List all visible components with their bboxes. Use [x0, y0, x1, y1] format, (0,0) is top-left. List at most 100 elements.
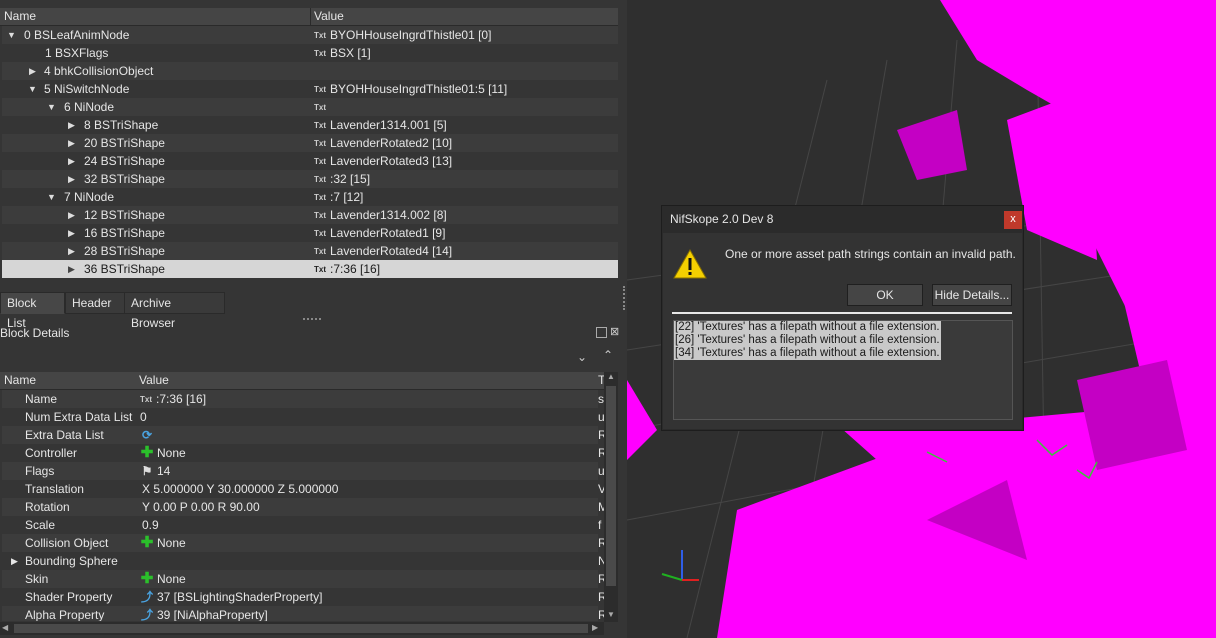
details-value-column[interactable]: Value [139, 372, 169, 389]
text-icon: Txt [314, 121, 326, 130]
expand-icon[interactable]: ▶ [68, 134, 78, 152]
expand-icon[interactable]: ▶ [68, 152, 78, 170]
expand-icon[interactable]: ▶ [68, 260, 78, 278]
expand-icon[interactable]: ▶ [29, 62, 39, 80]
warning-icon [673, 248, 707, 279]
tree-row[interactable]: ▼ 7 NiNode Txt:7 [12] [2, 188, 618, 206]
dialog-separator [672, 312, 1012, 314]
expand-icon[interactable]: ▶ [68, 242, 78, 260]
property-row[interactable]: Extra Data List ⟳ R [2, 426, 604, 444]
block-list-header: Name Value [0, 8, 618, 26]
text-icon: Txt [314, 85, 326, 94]
tree-row[interactable]: ▶ 16 BSTriShape Txt LavenderRotated1 [9] [2, 224, 618, 242]
text-icon: Txt [314, 103, 326, 112]
tree-row[interactable]: ▼ 6 NiNode Txt [2, 98, 618, 116]
collapse-all-icon[interactable]: ⌄ [577, 350, 587, 364]
detail-line: [26] 'Textures' has a filepath without a… [674, 334, 941, 347]
property-row[interactable]: Name Txt:7:36 [16] s [2, 390, 604, 408]
collapse-icon[interactable]: ▼ [47, 98, 57, 116]
scroll-up-icon[interactable]: ▲ [607, 372, 615, 381]
link-icon[interactable]: ⤴ [140, 606, 154, 621]
details-horizontal-scrollbar[interactable]: ◀ ▶ [0, 622, 604, 635]
scroll-thumb[interactable] [606, 386, 616, 586]
value-column-header[interactable]: Value [314, 8, 344, 25]
tree-row[interactable]: ▼ 5 NiSwitchNode Txt BYOHHouseIngrdThistl… [2, 80, 618, 98]
details-vertical-scrollbar[interactable]: ▲ ▼ [604, 372, 618, 622]
detail-line: [22] 'Textures' has a filepath without a… [674, 321, 941, 334]
flag-icon[interactable]: ⚑ [140, 462, 154, 480]
dialog-title: NifSkope 2.0 Dev 8 [670, 212, 774, 226]
name-column-header[interactable]: Name [4, 8, 36, 25]
details-name-column[interactable]: Name [4, 372, 36, 389]
text-icon: Txt [314, 247, 326, 256]
property-row[interactable]: Scale 0.9 f [2, 516, 601, 534]
dialog-message: One or more asset path strings contain a… [725, 247, 1016, 261]
expand-icon[interactable]: ▶ [68, 170, 78, 188]
collapse-icon[interactable]: ▼ [47, 188, 57, 206]
collapse-icon[interactable]: ▼ [28, 80, 38, 98]
property-row[interactable]: Alpha Property ⤴ 39 [NiAlphaProperty] R [2, 606, 604, 621]
property-row[interactable]: Flags ⚑ 14 u [2, 462, 604, 480]
property-row[interactable]: Skin ✚ None R [2, 570, 604, 588]
property-row[interactable]: Controller ✚ None R [2, 444, 604, 462]
property-row[interactable]: Collision Object ✚ None R [2, 534, 604, 552]
property-row[interactable]: Rotation Y 0.00 P 0.00 R 90.00 M [2, 498, 604, 516]
tree-row-selected[interactable]: ▶ 36 BSTriShape Txt:7:36 [16] [2, 260, 618, 278]
scroll-left-icon[interactable]: ◀ [2, 623, 8, 632]
message-dialog: NifSkope 2.0 Dev 8 x One or more asset p… [661, 205, 1024, 431]
block-tree: ▼ 0 BSLeafAnimNode Txt BYOHHouseIngrdThis… [2, 26, 618, 278]
text-icon: Txt [314, 175, 326, 184]
splitter-handle[interactable] [303, 318, 321, 322]
property-row[interactable]: ▶ Bounding Sphere N [2, 552, 604, 570]
dialog-body: One or more asset path strings contain a… [663, 233, 1022, 429]
hide-details-button[interactable]: Hide Details... [932, 284, 1012, 306]
expand-icon[interactable]: ▶ [68, 116, 78, 134]
property-row[interactable]: Translation X 5.000000 Y 30.000000 Z 5.0… [2, 480, 604, 498]
property-row[interactable]: Num Extra Data List 0 u [2, 408, 604, 426]
details-text-area[interactable]: [22] 'Textures' has a filepath without a… [673, 320, 1013, 420]
tree-row[interactable]: ▶ 20 BSTriShape Txt LavenderRotated2 [10] [2, 134, 618, 152]
tree-row[interactable]: ▶ 24 BSTriShape Txt LavenderRotated3 [13] [2, 152, 618, 170]
tree-row[interactable]: ▶ 4 bhkCollisionObject [2, 62, 618, 80]
text-icon: Txt [140, 395, 152, 404]
collapse-icon[interactable]: ▼ [7, 26, 17, 44]
ok-button[interactable]: OK [847, 284, 923, 306]
text-icon: Txt [314, 31, 326, 40]
text-icon: Txt [314, 49, 326, 58]
expand-icon[interactable]: ▶ [68, 224, 78, 242]
tree-row[interactable]: ▶ 32 BSTriShape Txt:32 [15] [2, 170, 618, 188]
text-icon: Txt [314, 193, 326, 202]
expand-icon[interactable]: ▶ [11, 552, 18, 570]
tab-block-list[interactable]: Block List [0, 292, 65, 330]
tree-row[interactable]: ▶ 8 BSTriShape Txt Lavender1314.001 [5] [2, 116, 618, 134]
tab-header[interactable]: Header [65, 292, 125, 314]
close-icon[interactable]: x [1004, 211, 1022, 229]
block-details-title: Block Details [0, 326, 70, 340]
detail-line: [34] 'Textures' has a filepath without a… [674, 347, 941, 360]
tree-row[interactable]: 1 BSXFlags Txt BSX [1] [2, 44, 618, 62]
text-icon: Txt [314, 139, 326, 148]
close-panel-icon[interactable]: ⊠ [610, 325, 619, 338]
expand-icon[interactable]: ▶ [68, 206, 78, 224]
text-icon: Txt [314, 265, 326, 274]
tree-row[interactable]: ▶ 28 BSTriShape Txt LavenderRotated4 [14] [2, 242, 618, 260]
details-header: Name Value T [0, 372, 605, 390]
tree-row[interactable]: ▶ 12 BSTriShape Txt Lavender1314.002 [8] [2, 206, 618, 224]
scroll-thumb[interactable] [14, 624, 588, 633]
axis-gizmo [661, 550, 699, 581]
float-button[interactable] [596, 327, 607, 338]
tree-row[interactable]: ▼ 0 BSLeafAnimNode Txt BYOHHouseIngrdThis… [2, 26, 618, 44]
tab-archive-browser[interactable]: Archive Browser [124, 292, 225, 330]
plus-icon[interactable]: ✚ [140, 571, 154, 586]
left-panel: Name Value ▼ 0 BSLeafAnimNode Txt BYOHHou… [0, 0, 627, 638]
link-icon[interactable]: ⤴ [140, 588, 154, 606]
scroll-right-icon[interactable]: ▶ [592, 623, 598, 632]
scroll-down-icon[interactable]: ▼ [607, 610, 615, 619]
property-row[interactable]: Shader Property ⤴ 37 [BSLightingShaderPro… [2, 588, 604, 606]
details-list: Name Txt:7:36 [16] s Num Extra Data List… [0, 390, 604, 621]
plus-icon[interactable]: ✚ [140, 535, 154, 550]
text-icon: Txt [314, 211, 326, 220]
recycle-icon[interactable]: ⟳ [140, 426, 154, 444]
expand-all-icon[interactable]: ⌃ [603, 348, 613, 362]
plus-icon[interactable]: ✚ [140, 445, 154, 460]
